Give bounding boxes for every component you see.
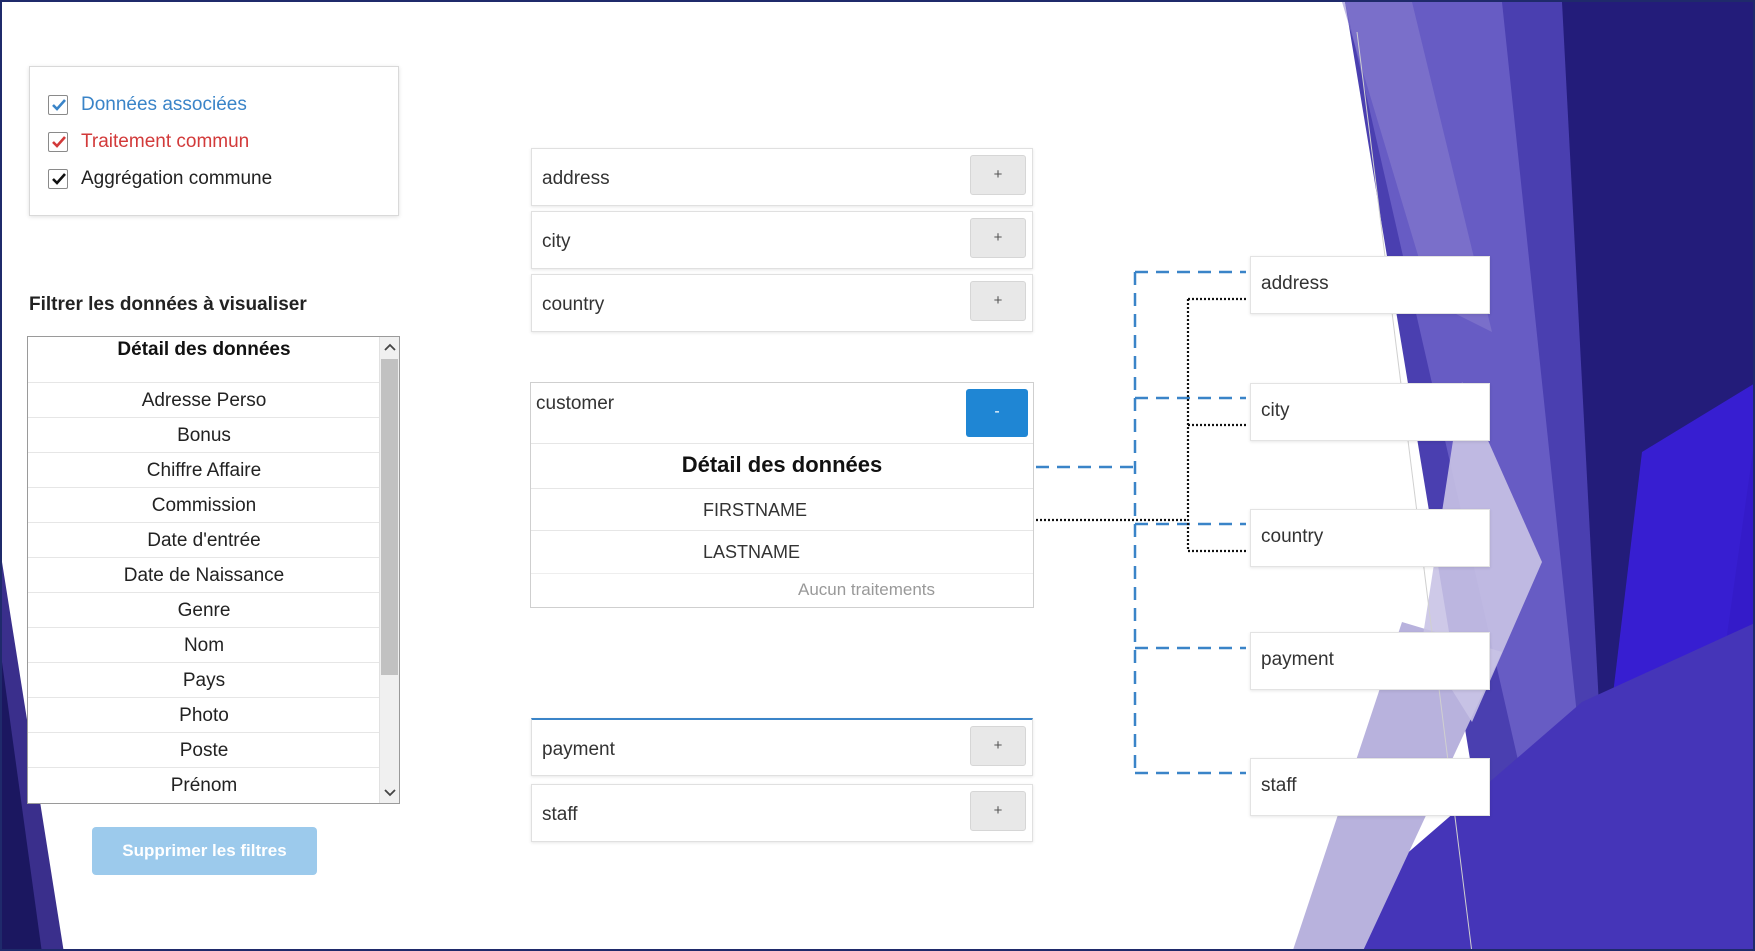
- clear-filters-button[interactable]: Supprimer les filtres: [92, 827, 317, 875]
- related-card-payment[interactable]: payment: [1250, 632, 1490, 690]
- related-card-city[interactable]: city: [1250, 383, 1490, 441]
- checkmark-icon: [52, 173, 66, 185]
- list-scrollbar[interactable]: [379, 337, 399, 803]
- related-label: payment: [1261, 649, 1334, 670]
- checkbox-common-processing[interactable]: [48, 132, 68, 152]
- table-label: country: [542, 294, 605, 315]
- checkbox-common-aggregation[interactable]: [48, 169, 68, 189]
- table-label: payment: [542, 739, 615, 760]
- slide-frame: Données associées Traitement commun Aggr…: [0, 0, 1755, 951]
- checkmark-icon: [52, 136, 66, 148]
- table-card-staff[interactable]: staff +: [531, 784, 1033, 842]
- legend-label-associated: Données associées: [81, 94, 247, 115]
- list-item[interactable]: Commission: [28, 487, 380, 522]
- checkbox-associated[interactable]: [48, 95, 68, 115]
- list-item[interactable]: Genre: [28, 592, 380, 627]
- chevron-up-icon[interactable]: [380, 337, 399, 357]
- legend-item-common-processing[interactable]: Traitement commun: [48, 131, 249, 153]
- legend-label-common-processing: Traitement commun: [81, 131, 250, 152]
- expand-button[interactable]: +: [970, 155, 1026, 195]
- table-card-payment[interactable]: payment +: [531, 718, 1033, 776]
- empty-processing-text: Aucun traitements: [798, 580, 936, 599]
- list-item[interactable]: Photo: [28, 697, 380, 732]
- field-name: FIRSTNAME: [703, 500, 808, 520]
- chevron-down-icon[interactable]: [380, 783, 399, 803]
- table-label: city: [542, 231, 571, 252]
- table-label: address: [542, 168, 610, 189]
- related-card-country[interactable]: country: [1250, 509, 1490, 567]
- table-label: customer: [536, 393, 615, 414]
- expand-button[interactable]: +: [970, 281, 1026, 321]
- related-label: address: [1261, 273, 1329, 294]
- legend-label-common-aggregation: Aggrégation commune: [81, 168, 273, 189]
- filter-title: Filtrer les données à visualiser: [29, 294, 307, 315]
- list-item[interactable]: Date d'entrée: [28, 522, 380, 557]
- legend-item-associated[interactable]: Données associées: [48, 94, 247, 116]
- filter-list[interactable]: Détail des données Adresse Perso Bonus C…: [27, 336, 400, 804]
- list-item[interactable]: Poste: [28, 732, 380, 767]
- table-card-address[interactable]: address +: [531, 148, 1033, 206]
- table-card-customer[interactable]: customer - Détail des données FIRSTNAME …: [530, 382, 1034, 608]
- detail-title: Détail des données: [531, 443, 1033, 488]
- field-row[interactable]: LASTNAME: [531, 530, 1033, 572]
- expand-button[interactable]: +: [970, 726, 1026, 766]
- checkmark-icon: [52, 99, 66, 111]
- list-item[interactable]: Prénom: [28, 767, 380, 802]
- list-item[interactable]: Pays: [28, 662, 380, 697]
- related-card-address[interactable]: address: [1250, 256, 1490, 314]
- list-items: Adresse Perso Bonus Chiffre Affaire Comm…: [28, 382, 380, 802]
- table-label: staff: [542, 804, 578, 825]
- list-header: Détail des données: [117, 339, 291, 360]
- related-label: city: [1261, 400, 1290, 421]
- list-item[interactable]: Chiffre Affaire: [28, 452, 380, 487]
- list-item[interactable]: Bonus: [28, 417, 380, 452]
- collapse-button[interactable]: -: [966, 389, 1028, 437]
- legend-item-common-aggregation[interactable]: Aggrégation commune: [48, 168, 272, 190]
- field-row[interactable]: FIRSTNAME: [531, 488, 1033, 530]
- table-card-city[interactable]: city +: [531, 211, 1033, 269]
- related-card-staff[interactable]: staff: [1250, 758, 1490, 816]
- table-card-country[interactable]: country +: [531, 274, 1033, 332]
- list-item[interactable]: Date de Naissance: [28, 557, 380, 592]
- expand-button[interactable]: +: [970, 791, 1026, 831]
- list-item[interactable]: Nom: [28, 627, 380, 662]
- empty-processing-row: Aucun traitements: [531, 573, 1033, 607]
- related-label: staff: [1261, 775, 1297, 796]
- field-name: LASTNAME: [703, 542, 801, 562]
- legend-panel: Données associées Traitement commun Aggr…: [29, 66, 399, 216]
- expand-button[interactable]: +: [970, 218, 1026, 258]
- related-label: country: [1261, 526, 1324, 547]
- list-item[interactable]: Adresse Perso: [28, 382, 380, 417]
- scrollbar-thumb[interactable]: [381, 359, 398, 675]
